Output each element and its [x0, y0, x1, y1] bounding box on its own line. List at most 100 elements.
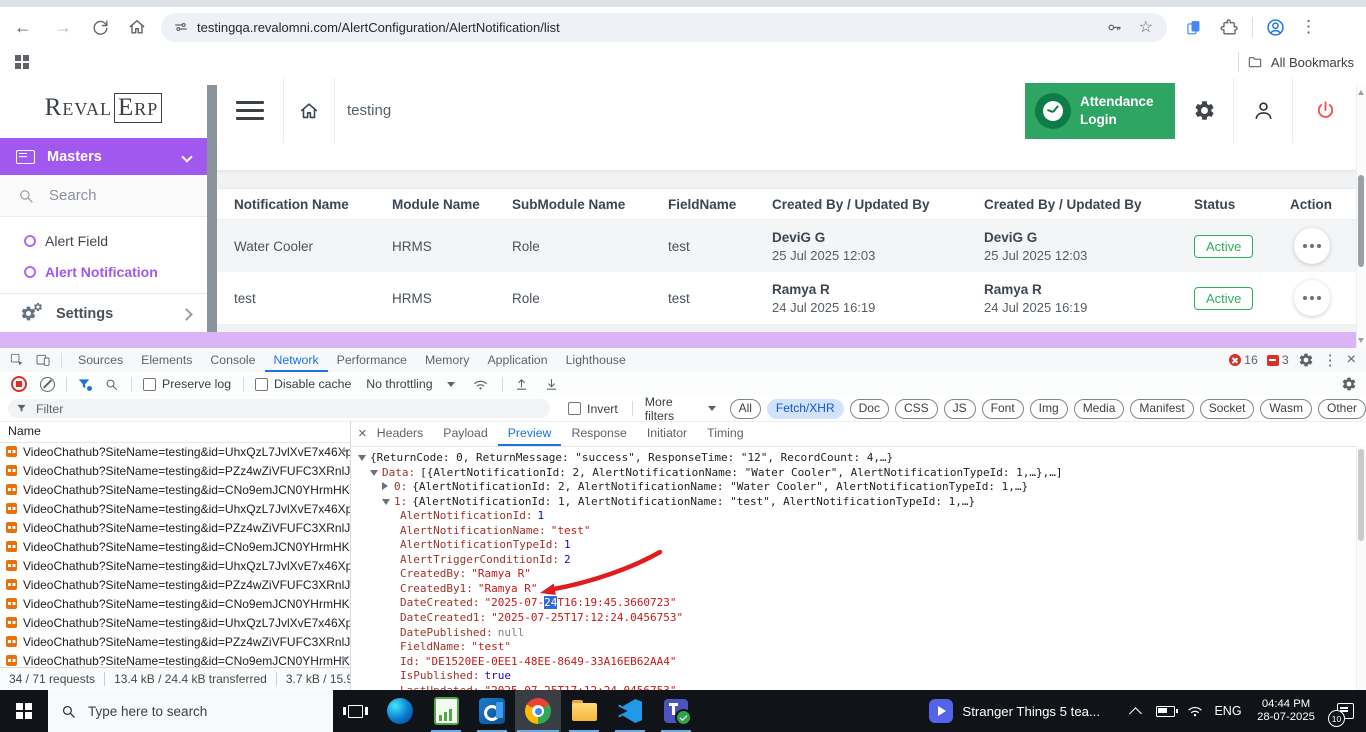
start-button[interactable]	[0, 690, 48, 732]
chip-css[interactable]: CSS	[895, 399, 938, 419]
battery-indicator[interactable]	[1149, 690, 1181, 732]
network-filter-input[interactable]	[34, 401, 538, 417]
chip-doc[interactable]: Doc	[850, 399, 889, 419]
tab-network[interactable]: Network	[265, 348, 328, 372]
all-bookmarks-label[interactable]: All Bookmarks	[1271, 55, 1354, 70]
devtools-menu-icon[interactable]: ⋮	[1323, 351, 1338, 369]
json-item1-line[interactable]: 1:{AlertNotificationId: 1, AlertNotifica…	[358, 495, 1357, 510]
reading-list-icon[interactable]	[1184, 18, 1203, 37]
search-network-icon[interactable]	[104, 377, 119, 392]
site-info-icon[interactable]	[173, 19, 189, 35]
extensions-icon[interactable]	[1220, 18, 1239, 37]
tab-sources[interactable]: Sources	[69, 348, 132, 372]
request-row[interactable]: VideoChathub?SiteName=testing&id=CNo9emJ…	[0, 537, 350, 556]
tab-preview[interactable]: Preview	[498, 421, 562, 446]
url-bar[interactable]: testingqa.revalomni.com/AlertConfigurati…	[161, 13, 1167, 42]
chip-other[interactable]: Other	[1318, 399, 1366, 419]
sidebar-item-alert-field[interactable]: Alert Field	[0, 225, 207, 256]
media-control[interactable]: Stranger Things 5 tea...	[929, 699, 1100, 723]
page-scrollbar[interactable]	[1356, 85, 1366, 348]
devtools-close-icon[interactable]: ×	[1347, 351, 1356, 369]
sidebar-scrollbar[interactable]	[207, 85, 217, 332]
taskbar-search[interactable]	[48, 690, 333, 732]
network-conditions-icon[interactable]	[472, 376, 489, 393]
twisty-closed-icon[interactable]	[382, 482, 388, 490]
json-item0-line[interactable]: 0:{AlertNotificationId: 2, AlertNotifica…	[358, 480, 1357, 495]
taskbar-app-notepad[interactable]	[423, 690, 469, 732]
request-row[interactable]: VideoChathub?SiteName=testing&id=PZz4wZi…	[0, 461, 350, 480]
filter-toggle-button[interactable]	[77, 377, 91, 391]
media-play-icon[interactable]	[929, 699, 953, 723]
network-indicator[interactable]	[1181, 690, 1208, 732]
invert-checkbox[interactable]	[568, 402, 581, 415]
tab-lighthouse[interactable]: Lighthouse	[557, 348, 635, 372]
password-key-icon[interactable]	[1106, 19, 1123, 36]
record-network-log-button[interactable]	[11, 376, 27, 392]
browser-menu-icon[interactable]: ⋮	[1300, 17, 1317, 37]
tab-payload[interactable]: Payload	[433, 421, 497, 446]
sidebar-section-masters[interactable]: Masters	[0, 138, 207, 175]
chip-font[interactable]: Font	[982, 399, 1024, 419]
request-row[interactable]: VideoChathub?SiteName=testing&id=UhxQzL7…	[0, 499, 350, 518]
request-row[interactable]: VideoChathub?SiteName=testing&id=PZz4wZi…	[0, 575, 350, 594]
chip-js[interactable]: JS	[944, 399, 976, 419]
chip-manifest[interactable]: Manifest	[1130, 399, 1193, 419]
back-button[interactable]: ←	[14, 17, 32, 38]
scroll-down-arrow[interactable]	[1358, 338, 1364, 343]
device-toolbar-icon[interactable]	[35, 352, 51, 368]
request-row[interactable]: VideoChathub?SiteName=testing&id=CNo9emJ…	[0, 594, 350, 613]
request-row[interactable]: VideoChathub?SiteName=testing&id=UhxQzL7…	[0, 556, 350, 575]
chip-media[interactable]: Media	[1074, 399, 1125, 419]
disable-cache-label[interactable]: Disable cache	[274, 377, 351, 391]
filter-input-pill[interactable]	[8, 399, 550, 418]
chip-all[interactable]: All	[730, 399, 761, 419]
twisty-open-icon[interactable]	[358, 455, 366, 461]
chip-img[interactable]: Img	[1030, 399, 1068, 419]
scroll-up-arrow[interactable]	[1358, 90, 1364, 95]
tab-headers[interactable]: Headers	[367, 421, 433, 446]
reload-button[interactable]	[91, 18, 110, 37]
twisty-open-icon[interactable]	[382, 499, 390, 505]
app-settings-button[interactable]	[1175, 78, 1233, 143]
twisty-open-icon[interactable]	[370, 470, 378, 476]
request-row[interactable]: VideoChathub?SiteName=testing&id=UhxQzL7…	[0, 613, 350, 632]
scroll-thumb[interactable]	[1358, 449, 1364, 541]
tab-elements[interactable]: Elements	[132, 348, 201, 372]
request-row[interactable]: VideoChathub?SiteName=testing&id=CNo9emJ…	[0, 480, 350, 499]
requests-scroll-down-arrow[interactable]	[341, 657, 347, 662]
menu-toggle-button[interactable]	[217, 78, 283, 143]
url-text[interactable]: testingqa.revalomni.com/AlertConfigurati…	[197, 20, 1106, 35]
console-errors-indicator[interactable]: 16	[1229, 353, 1258, 367]
media-title[interactable]: Stranger Things 5 tea...	[962, 704, 1100, 719]
request-row[interactable]: VideoChathub?SiteName=testing&id=PZz4wZi…	[0, 632, 350, 651]
tab-response[interactable]: Response	[561, 421, 636, 446]
more-filters-caret-icon[interactable]	[708, 406, 716, 411]
request-row[interactable]: VideoChathub?SiteName=testing&id=UhxQzL7…	[0, 442, 350, 461]
row-actions-button[interactable]	[1294, 228, 1330, 264]
forward-button[interactable]: →	[54, 17, 72, 38]
notification-center-button[interactable]: 10	[1324, 690, 1366, 732]
invert-label[interactable]: Invert	[587, 402, 618, 416]
home-button-app[interactable]	[284, 78, 334, 143]
apps-grid-icon[interactable]	[15, 55, 1366, 69]
taskbar-app-vscode[interactable]	[607, 690, 653, 732]
request-row[interactable]: VideoChathub?SiteName=testing&id=PZz4wZi…	[0, 518, 350, 537]
taskbar-app-teams[interactable]	[653, 690, 699, 732]
json-root-line[interactable]: {ReturnCode: 0, ReturnMessage: "success"…	[358, 451, 1357, 466]
taskbar-app-explorer[interactable]	[561, 690, 607, 732]
inspect-element-icon[interactable]	[9, 352, 25, 368]
scroll-thumb[interactable]	[1358, 175, 1364, 267]
export-har-icon[interactable]	[544, 377, 559, 392]
language-indicator[interactable]: ENG	[1208, 704, 1248, 718]
requests-scroll-up-arrow[interactable]	[341, 447, 347, 452]
taskbar-app-chrome[interactable]	[515, 690, 561, 732]
taskbar-search-input[interactable]	[86, 703, 310, 720]
row-actions-button[interactable]	[1294, 280, 1330, 316]
clock[interactable]: 04:44 PM 28-07-2025	[1248, 698, 1324, 725]
preserve-log-checkbox[interactable]	[143, 378, 156, 391]
throttling-select[interactable]: No throttling	[366, 377, 432, 391]
tab-application[interactable]: Application	[478, 348, 556, 372]
user-profile-button[interactable]	[1234, 78, 1292, 143]
tab-initiator[interactable]: Initiator	[637, 421, 697, 446]
network-settings-gear-icon[interactable]	[1341, 376, 1357, 392]
